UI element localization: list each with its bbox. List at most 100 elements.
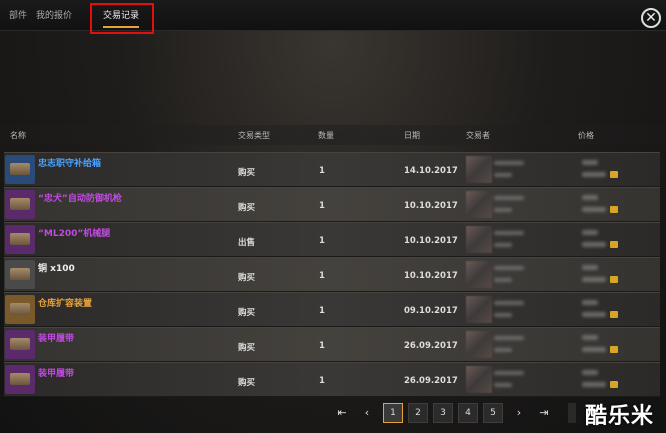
item-name: “忠犬”自动防御机枪 <box>38 194 122 204</box>
trader-name-redacted <box>494 266 524 270</box>
trade-quantity: 1 <box>319 376 325 386</box>
item-icon <box>10 233 30 245</box>
item-thumbnail <box>5 225 35 254</box>
trader-name-redacted <box>494 243 512 247</box>
trader-avatar <box>466 156 492 183</box>
trader-avatar <box>466 226 492 253</box>
coin-icon <box>610 241 618 248</box>
page-button-4[interactable]: 4 <box>458 403 478 423</box>
item-icon <box>10 303 30 315</box>
item-name: 铜 x100 <box>38 264 75 274</box>
table-row[interactable]: 装甲履带 购买 1 26.09.2017 <box>4 327 660 362</box>
coin-icon <box>610 171 618 178</box>
page-button-3[interactable]: 3 <box>433 403 453 423</box>
page-button-5[interactable]: 5 <box>483 403 503 423</box>
close-icon: ✕ <box>645 10 657 26</box>
tab-parts[interactable]: 部件 <box>9 6 27 26</box>
col-trader: 交易者 <box>466 131 490 140</box>
col-date: 日期 <box>404 131 420 140</box>
price-redacted <box>582 300 598 305</box>
last-page-icon[interactable]: ⇥ <box>537 404 551 422</box>
trade-quantity: 1 <box>319 201 325 211</box>
item-icon <box>10 373 30 385</box>
item-thumbnail <box>5 190 35 219</box>
tab-my-offers[interactable]: 我的报价 <box>36 6 72 26</box>
trader-name-redacted <box>494 208 512 212</box>
item-thumbnail <box>5 155 35 184</box>
col-type: 交易类型 <box>238 131 270 140</box>
watermark: 酷乐米 <box>585 404 655 429</box>
price-redacted <box>582 265 598 270</box>
item-thumbnail <box>5 260 35 289</box>
trade-quantity: 1 <box>319 341 325 351</box>
first-page-icon[interactable]: ⇤ <box>335 404 349 422</box>
trader-name-redacted <box>494 313 512 317</box>
trader-name-redacted <box>494 278 512 282</box>
trader-name-redacted <box>494 196 524 200</box>
trader-name-redacted <box>494 231 524 235</box>
col-qty: 数量 <box>318 131 334 140</box>
trade-type: 购买 <box>238 378 256 388</box>
prev-page-icon[interactable]: ‹ <box>360 404 374 422</box>
item-thumbnail <box>5 365 35 394</box>
trader-name-redacted <box>494 348 512 352</box>
coin-icon <box>610 381 618 388</box>
table-row[interactable]: 铜 x100 购买 1 10.10.2017 <box>4 257 660 292</box>
item-thumbnail <box>5 330 35 359</box>
close-button[interactable]: ✕ <box>641 8 661 28</box>
trader-name-redacted <box>494 161 524 165</box>
item-name: “ML200”机械腿 <box>38 229 111 239</box>
table-row[interactable]: 装甲履带 购买 1 26.09.2017 <box>4 362 660 397</box>
trade-quantity: 1 <box>319 166 325 176</box>
next-page-icon[interactable]: › <box>512 404 526 422</box>
trader-name-redacted <box>494 383 512 387</box>
table-row[interactable]: “ML200”机械腿出售 1 10.10.2017 <box>4 222 660 257</box>
trade-type: 购买 <box>238 308 256 318</box>
price-redacted <box>582 160 598 165</box>
price-redacted <box>582 370 598 375</box>
trader-avatar <box>466 296 492 323</box>
item-name: 仓库扩容装置 <box>38 299 93 309</box>
table-row[interactable]: “忠犬”自动防御机枪购买 1 10.10.2017 <box>4 187 660 222</box>
trade-date: 26.09.2017 <box>404 376 458 386</box>
trade-type: 出售 <box>238 238 256 248</box>
coin-icon <box>610 206 618 213</box>
price-redacted <box>582 312 606 317</box>
trade-type: 购买 <box>238 273 256 283</box>
price-redacted <box>582 172 606 177</box>
trade-quantity: 1 <box>319 271 325 281</box>
trader-name-redacted <box>494 301 524 305</box>
price-redacted <box>582 195 598 200</box>
page-button-2[interactable]: 2 <box>408 403 428 423</box>
item-icon <box>10 198 30 210</box>
price-redacted <box>582 242 606 247</box>
tab-highlight-box <box>90 3 154 34</box>
trade-type: 购买 <box>238 203 256 213</box>
table-row[interactable]: 忠志职守补给箱 购买 1 14.10.2017 <box>4 152 660 187</box>
trader-avatar <box>466 191 492 218</box>
trade-type: 购买 <box>238 343 256 353</box>
trade-quantity: 1 <box>319 236 325 246</box>
item-name: 忠志职守补给箱 <box>38 159 102 169</box>
trade-date: 10.10.2017 <box>404 271 458 281</box>
price-redacted <box>582 382 606 387</box>
price-redacted <box>582 277 606 282</box>
coin-icon <box>610 346 618 353</box>
coin-icon <box>610 311 618 318</box>
trader-name-redacted <box>494 336 524 340</box>
trader-name-redacted <box>494 371 524 375</box>
trader-name-redacted <box>494 173 512 177</box>
table-row[interactable]: 仓库扩容装置 购买 1 09.10.2017 <box>4 292 660 327</box>
side-panel-edge <box>568 403 576 423</box>
price-redacted <box>582 335 598 340</box>
trade-date: 10.10.2017 <box>404 201 458 211</box>
page-button-1[interactable]: 1 <box>383 403 403 423</box>
trader-avatar <box>466 366 492 393</box>
col-price: 价格 <box>578 131 594 140</box>
trader-avatar <box>466 331 492 358</box>
trade-date: 14.10.2017 <box>404 166 458 176</box>
coin-icon <box>610 276 618 283</box>
item-thumbnail <box>5 295 35 324</box>
trade-date: 10.10.2017 <box>404 236 458 246</box>
price-redacted <box>582 230 598 235</box>
